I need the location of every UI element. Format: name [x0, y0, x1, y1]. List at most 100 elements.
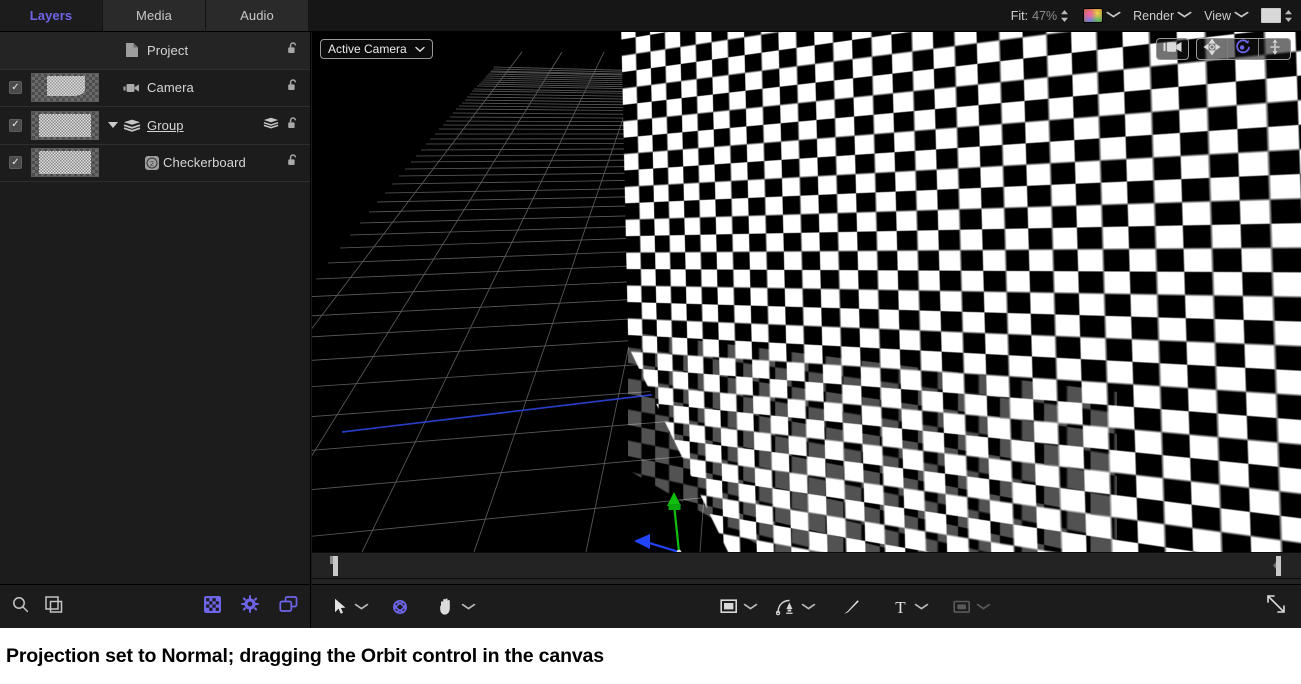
camera-thumbnail — [31, 73, 99, 103]
pan-hand-tool[interactable] — [435, 596, 476, 618]
document-icon — [121, 42, 143, 58]
render-menu[interactable]: Render — [1133, 0, 1192, 31]
top-toolbar: Layers Media Audio Fit: 47% Render View — [0, 0, 1301, 32]
3d-transform-tool-icon — [388, 596, 412, 618]
unlocked-padlock-icon[interactable] — [286, 153, 300, 172]
layer-row-camera[interactable]: ✓ Camera — [0, 70, 310, 107]
checkerboard-thumbnail — [31, 148, 99, 178]
layer-row-right-icons — [286, 41, 310, 60]
layer-row-project[interactable]: Project — [0, 32, 310, 70]
pan-camera-icon — [1203, 39, 1221, 59]
unlocked-padlock-icon[interactable] — [286, 78, 300, 97]
3d-scene-render — [312, 32, 1301, 552]
layer-visibility-checkbox[interactable]: ✓ — [9, 81, 22, 95]
color-wheel-icon — [1083, 8, 1104, 23]
show-layers-icon[interactable] — [279, 595, 298, 618]
bezier-pen-tool[interactable] — [775, 596, 816, 618]
chevron-down-icon[interactable] — [461, 602, 476, 612]
layer-row-right-icons — [263, 116, 310, 135]
camera-thumbnail-image — [46, 75, 85, 96]
fit-zoom-control[interactable]: Fit: 47% — [1011, 0, 1069, 31]
tab-media[interactable]: Media — [103, 0, 206, 31]
tab-layers-label: Layers — [29, 8, 73, 23]
motion-app-window: Layers Media Audio Fit: 47% Render View … — [0, 0, 1301, 628]
render-settings-gear-icon[interactable] — [241, 595, 259, 618]
active-camera-label: Active Camera — [328, 42, 407, 56]
display-layout-control[interactable] — [1261, 0, 1293, 31]
color-menu[interactable] — [1083, 0, 1121, 31]
checkmark-icon: ✓ — [11, 156, 20, 168]
triangle-down-icon[interactable] — [105, 122, 121, 129]
camera-manipulation-segmented-control — [1196, 38, 1291, 60]
3d-transform-tool[interactable] — [388, 596, 412, 618]
tab-media-label: Media — [136, 8, 172, 23]
svg-text:2: 2 — [150, 161, 154, 168]
group-layers-icon[interactable] — [263, 116, 279, 134]
layer-name[interactable]: Project — [143, 43, 188, 58]
checkmark-icon: ✓ — [11, 81, 20, 93]
camera-view-icon — [1162, 40, 1184, 58]
canvas-scrubber[interactable] — [312, 552, 1301, 584]
camera-view-button[interactable] — [1156, 38, 1189, 60]
orbit-camera-button[interactable] — [1228, 39, 1259, 59]
tab-layers[interactable]: Layers — [0, 0, 103, 31]
chevron-down-icon[interactable] — [1106, 11, 1121, 20]
scrubber-divider — [312, 578, 1301, 579]
layer-visibility-checkbox[interactable]: ✓ — [9, 118, 22, 132]
active-camera-menu[interactable]: Active Camera — [320, 39, 433, 59]
checkerboard-thumbnail-image — [39, 151, 91, 175]
up-down-stepper-icon[interactable] — [1284, 8, 1293, 24]
layer-row-right-icons — [286, 78, 310, 97]
view-menu[interactable]: View — [1204, 0, 1249, 31]
up-down-stepper-icon[interactable] — [1060, 8, 1069, 24]
chevron-down-icon[interactable] — [801, 602, 816, 612]
fit-label: Fit: — [1010, 8, 1029, 23]
3d-canvas-viewport[interactable]: Active Camera — [312, 32, 1301, 552]
checkerboard-generator-icon: 2 — [141, 155, 163, 171]
disclosure-triangle — [108, 122, 118, 129]
unlocked-padlock-icon[interactable] — [286, 116, 300, 135]
layers-panel-bottom-bar — [0, 584, 311, 628]
layer-checkbox-slot: ✓ — [0, 81, 31, 95]
layer-name[interactable]: Checkerboard — [163, 155, 246, 170]
app-root: Layers Media Audio Fit: 47% Render View … — [0, 0, 1301, 684]
mask-tool[interactable] — [950, 596, 991, 618]
canvas-tools-left — [312, 596, 476, 618]
canvas-tools-right-group: T — [717, 596, 991, 618]
paint-stroke-tool-icon — [839, 596, 863, 618]
3d-axis-gizmo — [634, 492, 682, 552]
layers-bottom-right-tools — [204, 595, 310, 618]
layer-row-checkerboard[interactable]: ✓ 2 Checkerboard — [0, 145, 310, 182]
search-icon[interactable] — [12, 596, 29, 618]
pan-hand-tool-icon — [435, 596, 459, 618]
chevron-down-icon[interactable] — [743, 602, 758, 612]
select-tool[interactable] — [328, 596, 369, 618]
play-range-start-icon[interactable] — [330, 556, 341, 581]
layer-name[interactable]: Group — [143, 118, 184, 133]
chevron-down-icon[interactable] — [354, 602, 369, 612]
layer-name[interactable]: Camera — [143, 80, 194, 95]
shape-tool[interactable] — [717, 596, 758, 618]
tab-audio[interactable]: Audio — [206, 0, 309, 31]
resize-diagonal-icon[interactable] — [1265, 593, 1287, 620]
text-tool[interactable]: T — [888, 596, 929, 618]
pan-camera-button[interactable] — [1197, 39, 1228, 59]
paint-stroke-tool[interactable] — [839, 596, 863, 618]
chevron-down-icon[interactable] — [976, 602, 991, 612]
dolly-camera-button[interactable] — [1259, 39, 1290, 59]
chevron-down-icon[interactable] — [1234, 11, 1249, 20]
fit-value: 47% — [1032, 8, 1058, 23]
select-tool-icon — [328, 596, 352, 618]
checkerboard-background-icon[interactable] — [204, 595, 221, 618]
canvas-bottom-right — [1265, 593, 1301, 620]
chevron-down-icon[interactable] — [914, 602, 929, 612]
layers-bottom-left-tools — [0, 595, 63, 618]
new-group-icon[interactable] — [45, 595, 63, 618]
chevron-down-icon[interactable] — [1177, 11, 1192, 20]
caption-text: Projection set to Normal; dragging the O… — [6, 644, 604, 667]
unlocked-padlock-icon[interactable] — [286, 41, 300, 60]
layer-visibility-checkbox[interactable]: ✓ — [9, 156, 22, 170]
layer-row-group[interactable]: ✓ Group — [0, 107, 310, 145]
mask-tool-icon — [950, 596, 974, 618]
play-range-end-icon[interactable] — [1273, 556, 1284, 581]
